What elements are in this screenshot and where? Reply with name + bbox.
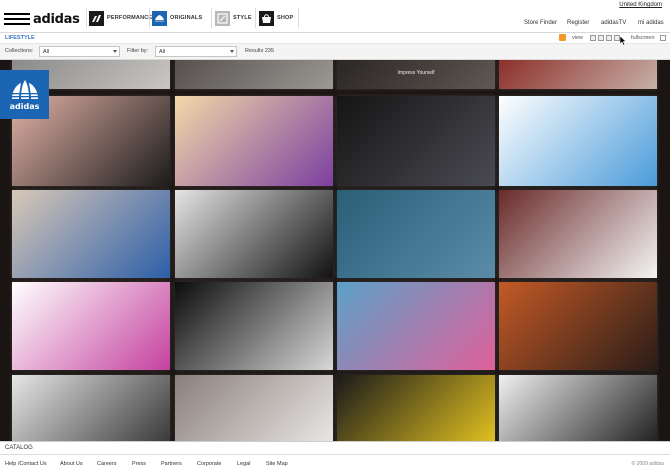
performance-icon	[89, 10, 104, 26]
tile-bunny-toy[interactable]	[12, 282, 170, 370]
nav-divider	[86, 8, 87, 28]
nav-divider	[149, 8, 150, 28]
footer-link-help[interactable]: Help /Contact Us	[5, 461, 47, 467]
adidastv-link[interactable]: adidasTV	[601, 20, 626, 26]
tab-style[interactable]: STYLE	[215, 10, 252, 26]
tab-shop[interactable]: SHOP	[259, 10, 293, 26]
store-finder-link[interactable]: Store Finder	[524, 20, 557, 26]
catalog-bar: CATALOG	[0, 441, 670, 454]
tile-bag-head[interactable]	[12, 190, 170, 278]
tile-two-men[interactable]	[337, 96, 495, 186]
tab-style-label: STYLE	[233, 15, 252, 21]
fullscreen-label[interactable]: fullscreen	[631, 35, 655, 41]
footer-link-press[interactable]: Press	[132, 461, 146, 467]
footer-link-sitemap[interactable]: Site Map	[266, 461, 288, 467]
footer-link-legal[interactable]: Legal	[237, 461, 250, 467]
tab-shop-label: SHOP	[277, 15, 294, 21]
tab-originals-label: ORIGINALS	[170, 15, 203, 21]
tile-toys-crowd[interactable]	[337, 190, 495, 278]
register-link[interactable]: Register	[567, 20, 589, 26]
section-title[interactable]: LIFESTYLE	[5, 35, 35, 41]
tile-illustration[interactable]	[175, 96, 333, 186]
logo-text: adidas	[33, 11, 80, 27]
footer-link-careers[interactable]: Careers	[97, 461, 117, 467]
badge-text: adidas	[9, 101, 40, 111]
filter-by-select[interactable]: All	[155, 46, 237, 57]
collections-label: Collections:	[5, 48, 34, 54]
tile-bottom-1[interactable]	[12, 375, 170, 441]
view-grid-small-icon[interactable]	[590, 35, 596, 41]
tile-sneaker-bw[interactable]	[175, 190, 333, 278]
top-bar: adidas PERFORMANCE ORIGINALS STYLE SHOP …	[0, 0, 670, 33]
tile-bottom-3[interactable]	[337, 375, 495, 441]
chevron-down-icon	[113, 50, 117, 53]
tile-toys-white[interactable]	[499, 96, 657, 186]
view-grid-large-icon[interactable]	[606, 35, 612, 41]
mi-adidas-link[interactable]: mi adidas	[638, 20, 664, 26]
fullscreen-icon[interactable]	[660, 35, 666, 41]
tab-performance-label: PERFORMANCE	[107, 15, 153, 21]
tile-polaroids[interactable]	[499, 190, 657, 278]
page: adidas PERFORMANCE ORIGINALS STYLE SHOP …	[0, 0, 670, 471]
filter-bar: Collections: All Filter by: All Results …	[0, 44, 670, 60]
tile-bottom-2[interactable]	[175, 375, 333, 441]
mouse-cursor-icon	[620, 36, 627, 46]
adidas-logo[interactable]: adidas	[4, 10, 84, 28]
tile-top-4[interactable]	[499, 60, 657, 89]
collections-value: All	[43, 49, 50, 55]
tile-caption: Impress Yourself	[397, 70, 435, 76]
nav-divider	[255, 8, 256, 28]
footer-link-about[interactable]: About Us	[60, 461, 83, 467]
logo-stripes-icon	[4, 13, 30, 25]
tile-dancers[interactable]	[337, 282, 495, 370]
results-count: Results 235	[245, 48, 275, 54]
tile-boxers[interactable]	[175, 282, 333, 370]
tile-top-2[interactable]	[175, 60, 333, 89]
trefoil-icon	[10, 79, 39, 99]
footer: Help /Contact Us About Us Careers Press …	[0, 454, 670, 471]
trefoil-icon	[152, 10, 167, 26]
style-icon	[215, 10, 230, 26]
copyright-text: © 2009 adidas	[631, 461, 664, 467]
nav-divider	[298, 8, 299, 28]
shop-icon	[259, 10, 274, 26]
tile-bottom-4[interactable]	[499, 375, 657, 441]
image-gallery: Impress Yourself adidas	[0, 60, 670, 441]
section-bar: LIFESTYLE view fullscreen	[0, 33, 670, 44]
tab-originals[interactable]: ORIGINALS	[152, 10, 202, 26]
view-label: view	[572, 35, 584, 41]
tile-top-3[interactable]: Impress Yourself	[337, 60, 495, 89]
adidas-originals-badge[interactable]: adidas	[0, 70, 49, 119]
filter-by-label: Filter by:	[127, 48, 149, 54]
view-grid-medium-icon[interactable]	[598, 35, 604, 41]
footer-link-partners[interactable]: Partners	[161, 461, 182, 467]
footer-link-corporate[interactable]: Corporate	[197, 461, 221, 467]
tab-performance[interactable]: PERFORMANCE	[89, 10, 152, 26]
country-selector[interactable]: United Kingdom	[619, 2, 662, 8]
collections-select[interactable]: All	[39, 46, 120, 57]
tile-goggles[interactable]	[499, 282, 657, 370]
nav-divider	[211, 8, 212, 28]
chevron-down-icon	[230, 50, 234, 53]
filter-by-value: All	[159, 49, 166, 55]
catalog-label[interactable]: CATALOG	[5, 445, 33, 451]
rss-icon[interactable]	[559, 34, 566, 41]
